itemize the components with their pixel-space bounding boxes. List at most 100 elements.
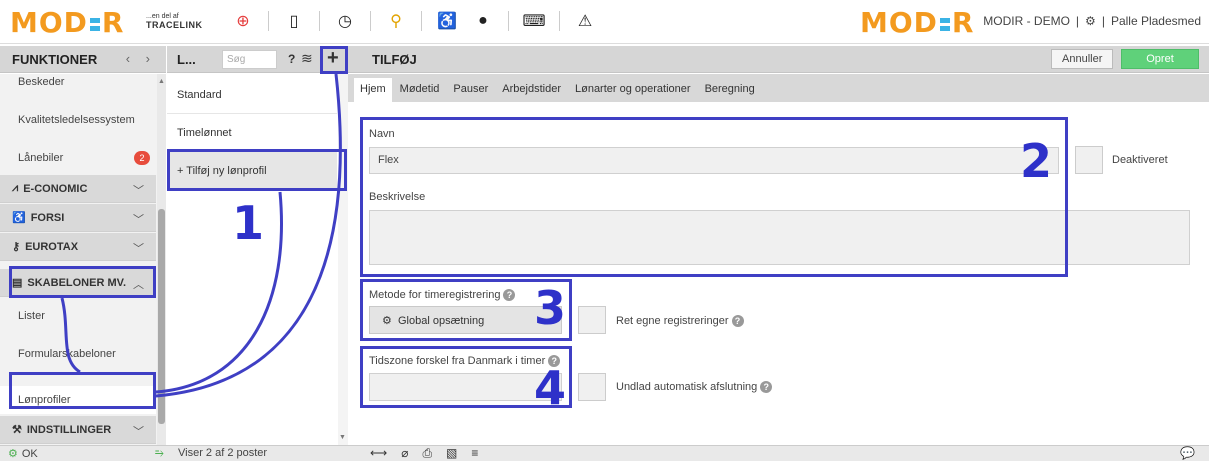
sidebar-group-forsi[interactable]: ♿ FORSI ﹀: [0, 204, 156, 232]
profile-list: Standard Timelønnet + Tilføj ny lønprofi…: [167, 74, 347, 445]
profile-scrollbar[interactable]: ▼: [338, 74, 348, 445]
accessibility-icon[interactable]: ♿: [436, 10, 458, 32]
annotation-number-2: 2: [1020, 134, 1053, 188]
cancel-button[interactable]: Annuller: [1051, 49, 1113, 69]
create-button[interactable]: Opret: [1121, 49, 1199, 69]
status-bar: ⚙ OK ⥱ Viser 2 af 2 poster ⟷ ⌀ ⎙ ▧ ≡ 💬: [0, 445, 1209, 461]
funktioner-header: FUNKTIONER ‹ ›: [0, 46, 166, 73]
annotation-number-3: 3: [534, 281, 567, 335]
user-name[interactable]: Palle Pladesmed: [1111, 14, 1201, 28]
user-area: MODIR - DEMO | ⚙ | Palle Pladesmed: [983, 14, 1201, 28]
warning-icon[interactable]: ⚠: [574, 10, 596, 32]
divider: [268, 11, 269, 31]
annotation-box-add: [320, 46, 348, 74]
tagline-brand: TRACELINK: [146, 20, 203, 30]
tab-arbejdstider[interactable]: Arbejdstider: [496, 78, 567, 102]
undlad-text: Undlad automatisk afslutning: [616, 381, 758, 393]
sidebar-item-formularskabeloner[interactable]: Formularskabeloner: [0, 348, 156, 360]
keyboard-icon[interactable]: ⌨: [522, 10, 545, 32]
annotation-box-loenprofiler: [9, 372, 156, 409]
status-ok: ⚙ OK: [8, 448, 38, 460]
tools-icon: ⚒: [12, 424, 22, 436]
sidebar-item-lister[interactable]: Lister: [0, 310, 156, 322]
clock-alert-icon[interactable]: ◷: [334, 10, 356, 32]
funktioner-title: FUNKTIONER: [12, 52, 98, 67]
layers-icon[interactable]: ≋: [301, 50, 313, 67]
chevron-down-icon: ﹀: [133, 426, 144, 438]
chevron-down-icon: ﹀: [133, 243, 144, 255]
count-badge: 2: [134, 151, 150, 165]
sidebar-group-economic[interactable]: ⩘ E-CONOMIC ﹀: [0, 175, 156, 203]
group-label: EUROTAX: [25, 240, 79, 253]
scroll-thumb[interactable]: [158, 209, 165, 424]
annotation-box-skabeloner: [9, 266, 156, 298]
gear-icon[interactable]: ⚙: [1085, 14, 1096, 28]
sidebar-item-laanebiler[interactable]: Lånebiler 2: [0, 151, 156, 165]
modir-logo-right: MOD R: [860, 6, 975, 39]
status-ok-text: OK: [21, 448, 38, 460]
divider: [559, 11, 560, 31]
tab-moedetid[interactable]: Mødetid: [394, 78, 446, 102]
sidebar-group-eurotax[interactable]: ⚷ EUROTAX ﹀: [0, 233, 156, 261]
tab-beregning[interactable]: Beregning: [699, 78, 761, 102]
sidebar-group-indstillinger[interactable]: ⚒ INDSTILLINGER ﹀: [0, 416, 156, 444]
expand-icon[interactable]: ⟷: [370, 446, 387, 461]
separator: |: [1075, 14, 1080, 28]
status-tools: ⟷ ⌀ ⎙ ▧ ≡: [370, 446, 478, 461]
list-item-timeloennet[interactable]: Timelønnet: [167, 114, 337, 152]
trend-icon: ⩘: [12, 182, 19, 194]
profiles-title: L...: [177, 52, 196, 67]
record-count: Viser 2 af 2 poster: [178, 447, 268, 459]
undlad-label: Undlad automatisk afslutning?: [616, 381, 773, 393]
chat-bubbles-icon[interactable]: 💬: [1180, 446, 1195, 460]
annotation-number-1: 1: [232, 196, 265, 250]
sidebar-item-kvalitet[interactable]: Kvalitetsledelsessystem: [0, 114, 156, 126]
sidebar-item-label: Kvalitetsledelsessystem: [18, 114, 135, 126]
toolbar-icons: ⊕ ▯ ◷ ⚲ ♿ ● ⌨ ⚠: [232, 10, 596, 32]
sidebar-scrollbar[interactable]: ▲: [157, 74, 166, 445]
page-title: TILFØJ: [372, 52, 417, 67]
ret-egne-text: Ret egne registreringer: [616, 315, 729, 327]
sidebar-item-label: Lånebiler: [18, 152, 64, 164]
mobile-icon[interactable]: ▯: [283, 10, 305, 32]
separator: |: [1101, 14, 1105, 28]
undlad-checkbox[interactable]: [578, 373, 606, 401]
print-icon[interactable]: ⎙: [422, 446, 432, 461]
list-item-standard[interactable]: Standard: [167, 76, 337, 114]
help-icon[interactable]: ?: [760, 381, 773, 393]
annotation-number-4: 4: [534, 361, 567, 415]
profile-search-input[interactable]: Søg: [222, 50, 277, 69]
chat-icon[interactable]: ●: [472, 10, 494, 32]
main-header: TILFØJ Annuller Opret: [348, 46, 1209, 73]
ret-egne-checkbox[interactable]: [578, 306, 606, 334]
ret-egne-label: Ret egne registreringer?: [616, 315, 744, 327]
annotation-box-add-profile: [167, 149, 347, 191]
scroll-up-icon[interactable]: ▲: [158, 78, 165, 85]
tagline: ...en del af TRACELINK: [146, 12, 203, 31]
divider: [508, 11, 509, 31]
chevron-down-icon: ﹀: [133, 214, 144, 226]
modir-logo[interactable]: MOD R: [10, 6, 124, 39]
group-label: FORSI: [30, 211, 65, 224]
tab-pauser[interactable]: Pauser: [447, 78, 494, 102]
deaktiveret-checkbox[interactable]: [1075, 146, 1103, 174]
help-icon[interactable]: ?: [288, 52, 295, 66]
link-icon[interactable]: ⌀: [401, 446, 408, 461]
menu-icon[interactable]: ≡: [471, 446, 478, 461]
help-icon[interactable]: ?: [731, 315, 744, 327]
chevron-nav-icon[interactable]: ‹ ›: [126, 51, 156, 66]
top-header: MOD R ...en del af TRACELINK ⊕ ▯ ◷ ⚲ ♿ ● …: [0, 0, 1209, 44]
wrench-icon: ⚷: [12, 241, 21, 253]
group-label: INDSTILLINGER: [26, 423, 112, 436]
sidebar-item-label: Beskeder: [18, 76, 65, 88]
company-name[interactable]: MODIR - DEMO: [983, 14, 1070, 28]
network-icon[interactable]: ⚲: [385, 10, 407, 32]
scroll-down-icon[interactable]: ▼: [339, 434, 346, 441]
divider: [370, 11, 371, 31]
lifebuoy-icon[interactable]: ⊕: [232, 10, 254, 32]
sidebar-item-beskeder[interactable]: Beskeder: [0, 76, 156, 88]
filter-icon[interactable]: ⥱: [155, 447, 164, 460]
tab-loenarter[interactable]: Lønarter og operationer: [569, 78, 697, 102]
tab-hjem[interactable]: Hjem: [354, 78, 392, 102]
pdf-icon[interactable]: ▧: [446, 446, 457, 461]
